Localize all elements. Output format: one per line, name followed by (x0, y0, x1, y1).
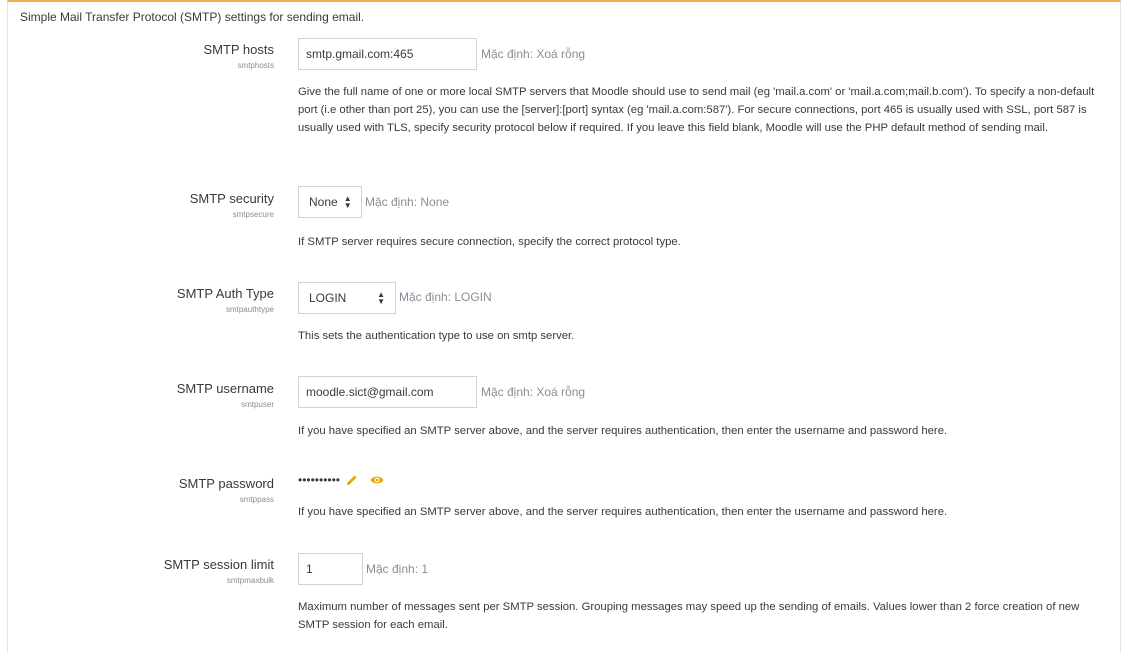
select-arrows-icon: ▲ ▼ (377, 290, 385, 306)
setting-label: SMTP hosts (203, 42, 274, 57)
password-mask: •••••••••• (298, 473, 341, 487)
setting-description: Give the full name of one or more local … (298, 86, 1095, 134)
section-intro: Simple Mail Transfer Protocol (SMTP) set… (20, 10, 365, 24)
default-value: Mặc định: LOGIN (399, 290, 492, 304)
selected-value: None (309, 195, 338, 209)
default-value: Mặc định: Xoá rỗng (481, 385, 586, 399)
setting-label: SMTP password (178, 476, 274, 491)
selected-value: LOGIN (309, 291, 347, 305)
setting-description: If you have specified an SMTP server abo… (298, 425, 948, 437)
setting-label: SMTP session limit (163, 557, 274, 572)
setting-name: smtpsecure (232, 210, 274, 219)
setting-name: smtpuser (241, 400, 274, 409)
pencil-icon[interactable] (346, 474, 358, 486)
smtp-session-limit-input[interactable] (298, 553, 363, 585)
select-arrows-icon: ▲ ▼ (343, 194, 352, 210)
setting-label: SMTP username (176, 381, 274, 396)
smtp-auth-type-select[interactable]: LOGIN ▲ ▼ (298, 282, 396, 314)
default-value: Mặc định: Xoá rỗng (481, 47, 586, 61)
setting-name: smtpmaxbulk (226, 576, 274, 585)
smtp-hosts-input[interactable] (298, 38, 477, 70)
setting-label: SMTP Auth Type (176, 286, 274, 301)
smtp-username-input[interactable] (298, 376, 477, 408)
setting-name: smtphosts (237, 61, 274, 70)
setting-description: If you have specified an SMTP server abo… (298, 506, 948, 518)
smtp-password-field[interactable]: •••••••••• (298, 470, 384, 490)
setting-description: Maximum number of messages sent per SMTP… (298, 601, 1080, 631)
setting-description: This sets the authentication type to use… (298, 330, 575, 342)
default-value: Mặc định: 1 (366, 562, 429, 576)
setting-name: smtppass (239, 495, 274, 504)
setting-description: If SMTP server requires secure connectio… (298, 236, 681, 248)
setting-name: smtpauthtype (225, 305, 274, 314)
smtp-security-select[interactable]: None ▲ ▼ (298, 186, 362, 218)
eye-icon[interactable] (370, 475, 384, 485)
default-value: Mặc định: None (365, 195, 450, 209)
setting-label: SMTP security (189, 191, 274, 206)
